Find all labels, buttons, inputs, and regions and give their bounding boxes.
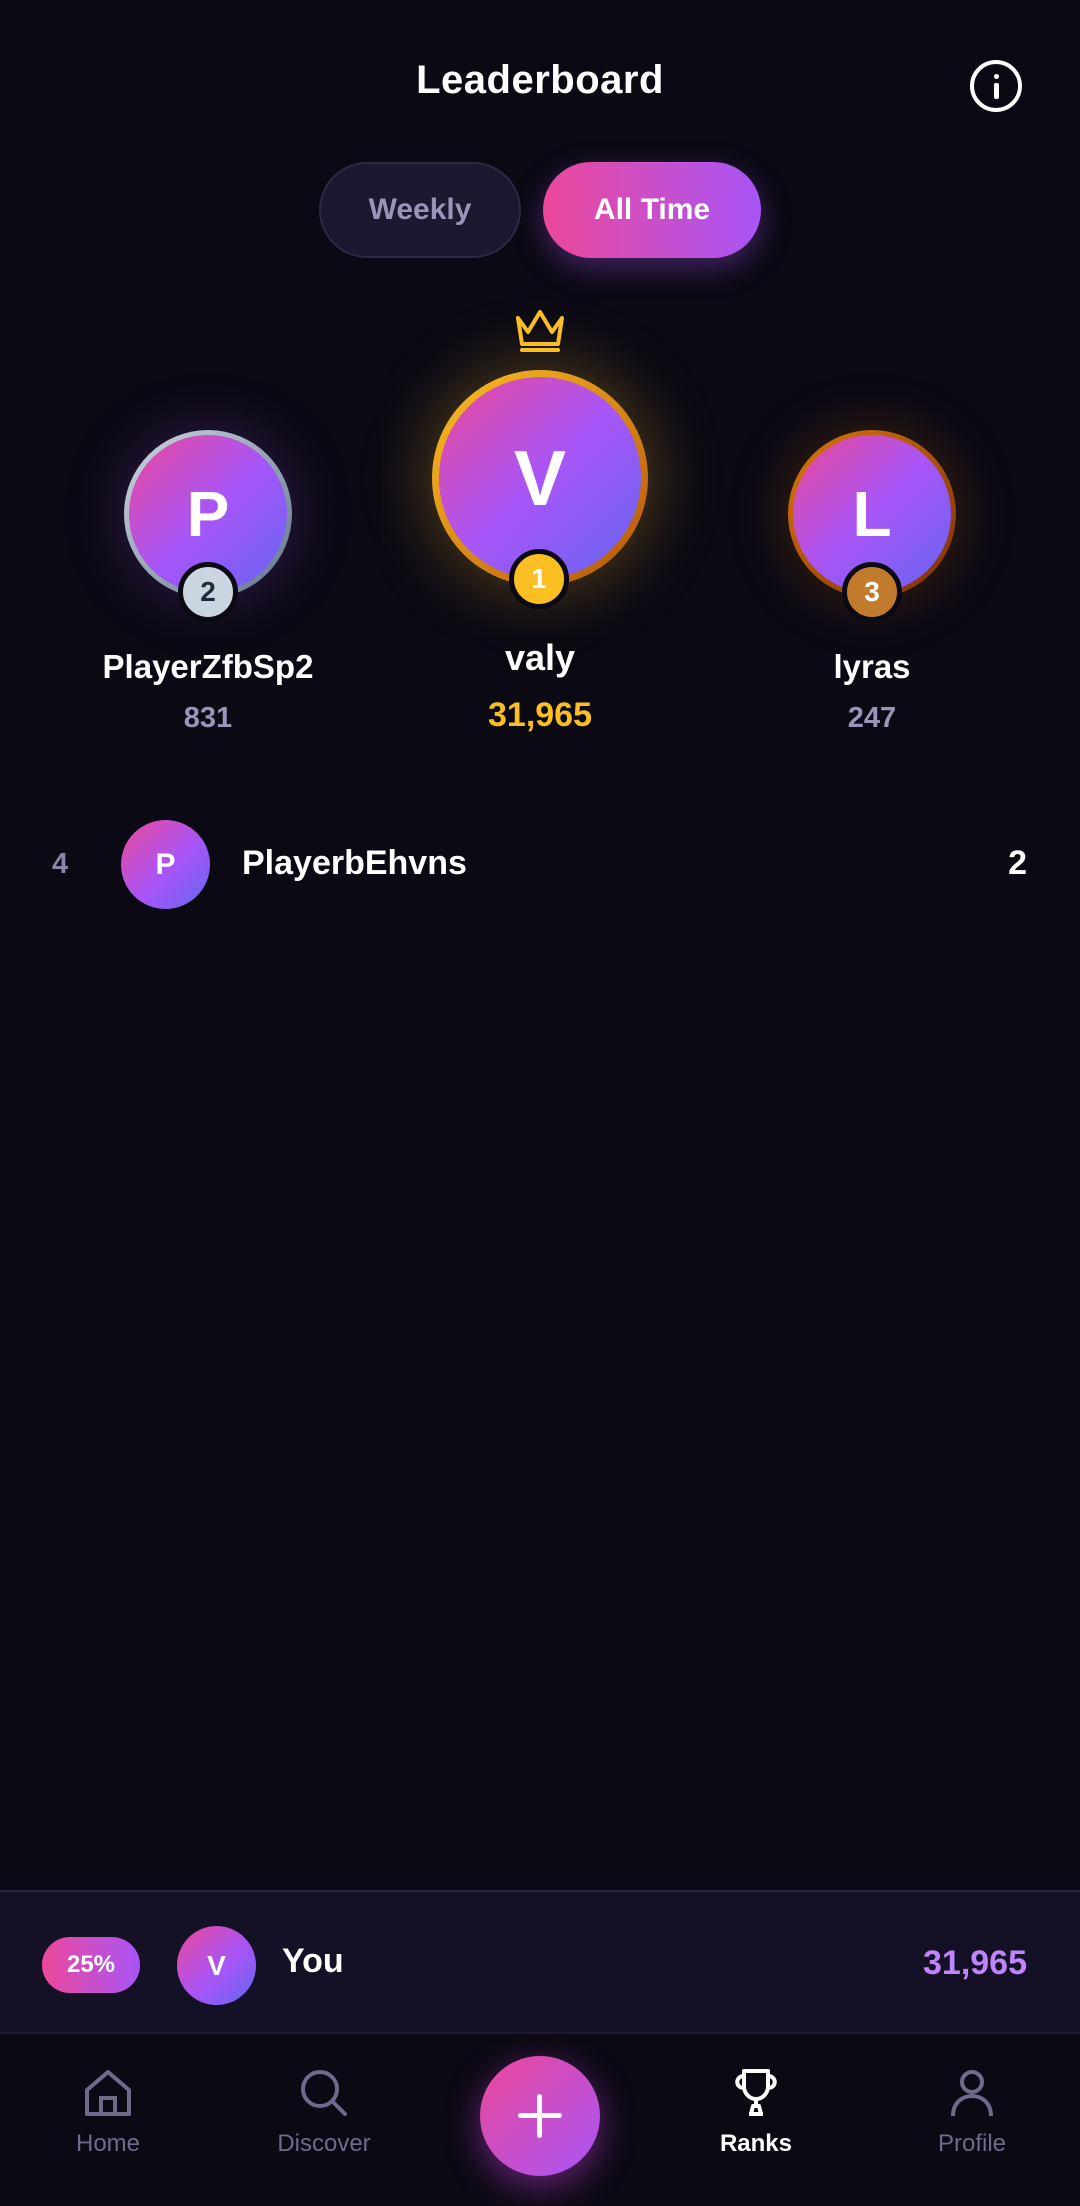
podium-third-name: lyras bbox=[833, 648, 911, 685]
nav-discover-label: Discover bbox=[277, 2130, 371, 2157]
podium-second-name: PlayerZfbSp2 bbox=[102, 648, 314, 685]
rank-badge-third: 3 bbox=[842, 562, 902, 622]
user-icon bbox=[951, 2070, 993, 2117]
current-user-bar[interactable]: 25% V You 31,965 bbox=[0, 1890, 1080, 2034]
header: Leaderboard bbox=[0, 0, 1080, 170]
crown-icon bbox=[516, 310, 564, 352]
home-icon bbox=[85, 2070, 131, 2116]
podium: P V L 2 1 3 PlayerZfbSp2 831 valy 31,965… bbox=[0, 300, 1080, 760]
nav-home-label: Home bbox=[75, 2130, 141, 2157]
avatar: V bbox=[177, 1926, 256, 2005]
list-item-score: 2 bbox=[1008, 844, 1027, 882]
list-item[interactable]: 4 P PlayerbEhvns 2 bbox=[0, 820, 1080, 910]
podium-first-score: 31,965 bbox=[488, 696, 592, 734]
bottom-nav: Home Discover Ranks Profile bbox=[0, 2036, 1080, 2206]
rank-badge-second: 2 bbox=[178, 562, 238, 622]
podium-first-name: valy bbox=[504, 637, 576, 678]
list-item-rank: 4 bbox=[52, 848, 69, 880]
page-title: Leaderboard bbox=[416, 58, 664, 102]
nav-ranks-label: Ranks bbox=[719, 2130, 793, 2157]
search-icon bbox=[301, 2070, 347, 2116]
nav-ranks[interactable]: Ranks bbox=[676, 2066, 836, 2176]
nav-profile-label: Profile bbox=[937, 2130, 1007, 2157]
podium-third-score: 247 bbox=[847, 702, 897, 734]
tab-weekly[interactable]: Weekly bbox=[319, 162, 521, 258]
tab-all-time[interactable]: All Time bbox=[543, 162, 761, 258]
trophy-icon bbox=[735, 2069, 777, 2116]
current-user-score: 31,965 bbox=[923, 1944, 1027, 1982]
nav-discover[interactable]: Discover bbox=[244, 2066, 404, 2176]
leaderboard-list: 4 P PlayerbEhvns 2 bbox=[0, 820, 1080, 910]
rank-badge-first: 1 bbox=[509, 549, 569, 609]
period-tabs: Weekly All Time bbox=[0, 162, 1080, 260]
nav-profile[interactable]: Profile bbox=[892, 2066, 1052, 2176]
nav-home[interactable]: Home bbox=[28, 2066, 188, 2176]
podium-second-score: 831 bbox=[183, 702, 233, 734]
add-button[interactable] bbox=[480, 2056, 600, 2176]
current-user-label: You bbox=[282, 1942, 344, 1980]
list-item-name: PlayerbEhvns bbox=[242, 844, 467, 882]
avatar: P bbox=[121, 820, 210, 909]
info-icon[interactable] bbox=[970, 60, 1022, 112]
percentile-badge: 25% bbox=[42, 1937, 140, 1993]
